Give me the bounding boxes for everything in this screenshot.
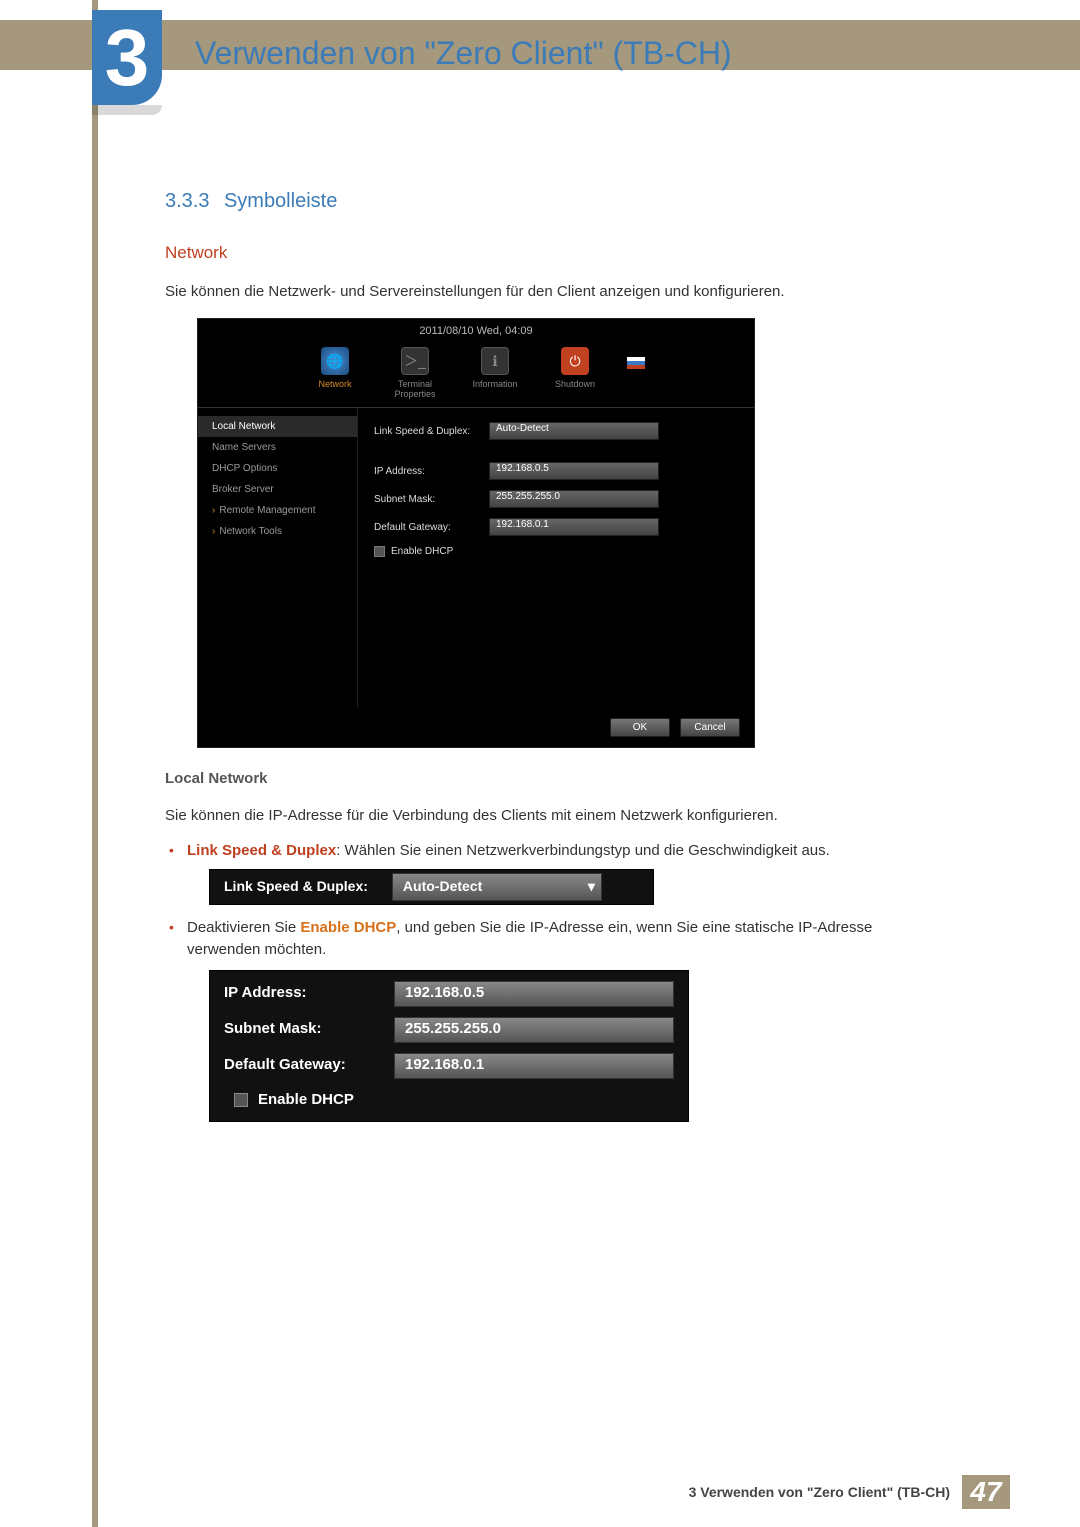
gateway-label: Default Gateway: — [374, 522, 489, 533]
cancel-button[interactable]: Cancel — [680, 718, 740, 737]
subnet-value[interactable]: 255.255.255.0 — [394, 1017, 674, 1043]
gateway-value[interactable]: 192.168.0.1 — [394, 1053, 674, 1079]
gateway-input[interactable]: 192.168.0.1 — [489, 518, 659, 536]
ok-button[interactable]: OK — [610, 718, 670, 737]
snippet-ip-settings: IP Address: 192.168.0.5 Subnet Mask: 255… — [209, 970, 689, 1123]
dhcp-label: Enable DHCP — [391, 546, 453, 557]
snippet-link-speed: Link Speed & Duplex: Auto-Detect — [209, 869, 654, 905]
snippet-label: Link Speed & Duplex: — [210, 876, 382, 897]
page-number: 47 — [962, 1475, 1010, 1509]
toolbar-label: Terminal Properties — [387, 379, 443, 399]
bullet-dhcp: Deaktivieren Sie Enable DHCP, und geben … — [187, 917, 925, 1123]
section-number: 3.3.3 — [165, 190, 209, 212]
toolbar-item-terminal[interactable]: ＞_ Terminal Properties — [387, 347, 443, 399]
footer-text: 3 Verwenden von "Zero Client" (TB-CH) — [689, 1484, 950, 1500]
screenshot-network-dialog: 2011/08/10 Wed, 04:09 🌐 Network ＞_ Termi… — [197, 318, 755, 748]
subnet-input[interactable]: 255.255.255.0 — [489, 490, 659, 508]
bullet-bold: Enable DHCP — [300, 919, 396, 936]
subnet-label: Subnet Mask: — [374, 494, 489, 505]
ip-value[interactable]: 192.168.0.5 — [394, 981, 674, 1007]
bullet-bold: Link Speed & Duplex — [187, 842, 336, 859]
bullet-link-speed: Link Speed & Duplex: Wählen Sie einen Ne… — [187, 840, 925, 905]
flag-icon[interactable] — [627, 357, 645, 369]
local-network-subheading: Local Network — [165, 770, 925, 787]
snippet-dropdown[interactable]: Auto-Detect — [392, 873, 602, 901]
sidebar-item-broker-server[interactable]: Broker Server — [198, 479, 357, 500]
link-speed-select[interactable]: Auto-Detect — [489, 422, 659, 440]
network-heading: Network — [165, 243, 925, 263]
chapter-number-badge: 3 — [92, 10, 162, 105]
sidebar-item-local-network[interactable]: Local Network — [198, 416, 357, 437]
info-icon: ℹ — [481, 347, 509, 375]
toolbar-label: Network — [318, 379, 351, 389]
gateway-label: Default Gateway: — [224, 1054, 394, 1077]
ip-label: IP Address: — [224, 982, 394, 1005]
left-margin-stripe — [92, 0, 98, 1527]
power-icon: ⏻ — [561, 347, 589, 375]
toolbar-label: Shutdown — [555, 379, 595, 389]
toolbar-label: Information — [472, 379, 517, 389]
form-panel: Link Speed & Duplex: Auto-Detect IP Addr… — [358, 408, 754, 707]
enable-dhcp-row[interactable]: Enable DHCP — [224, 1089, 674, 1112]
ip-input[interactable]: 192.168.0.5 — [489, 462, 659, 480]
checkbox-icon — [234, 1093, 248, 1107]
sidebar-item-network-tools[interactable]: ›Network Tools — [198, 521, 357, 542]
toolbar-item-info[interactable]: ℹ Information — [467, 347, 523, 399]
toolbar-item-network[interactable]: 🌐 Network — [307, 347, 363, 399]
sidebar-item-dhcp-options[interactable]: DHCP Options — [198, 458, 357, 479]
sub-intro: Sie können die IP-Adresse für die Verbin… — [165, 805, 925, 826]
chapter-badge-shadow — [92, 105, 162, 115]
globe-icon: 🌐 — [321, 347, 349, 375]
toolbar: 🌐 Network ＞_ Terminal Properties ℹ Infor… — [198, 347, 754, 399]
sidebar-item-name-servers[interactable]: Name Servers — [198, 437, 357, 458]
checkbox-icon — [374, 546, 385, 557]
ip-label: IP Address: — [374, 466, 489, 477]
sidebar-item-remote-management[interactable]: ›Remote Management — [198, 500, 357, 521]
chapter-title: Verwenden von "Zero Client" (TB-CH) — [195, 35, 732, 72]
section-title: Symbolleiste — [224, 190, 337, 212]
page-footer: 3 Verwenden von "Zero Client" (TB-CH) 47 — [689, 1475, 1010, 1509]
link-speed-label: Link Speed & Duplex: — [374, 426, 489, 437]
terminal-icon: ＞_ — [401, 347, 429, 375]
section-heading: 3.3.3 Symbolleiste — [165, 190, 925, 213]
sidebar: Local Network Name Servers DHCP Options … — [198, 408, 358, 707]
subnet-label: Subnet Mask: — [224, 1018, 394, 1041]
dhcp-label: Enable DHCP — [258, 1089, 354, 1112]
datetime-label: 2011/08/10 Wed, 04:09 — [198, 319, 754, 337]
intro-paragraph: Sie können die Netzwerk- und Servereinst… — [165, 281, 925, 302]
enable-dhcp-checkbox[interactable]: Enable DHCP — [374, 546, 738, 557]
toolbar-item-shutdown[interactable]: ⏻ Shutdown — [547, 347, 603, 399]
